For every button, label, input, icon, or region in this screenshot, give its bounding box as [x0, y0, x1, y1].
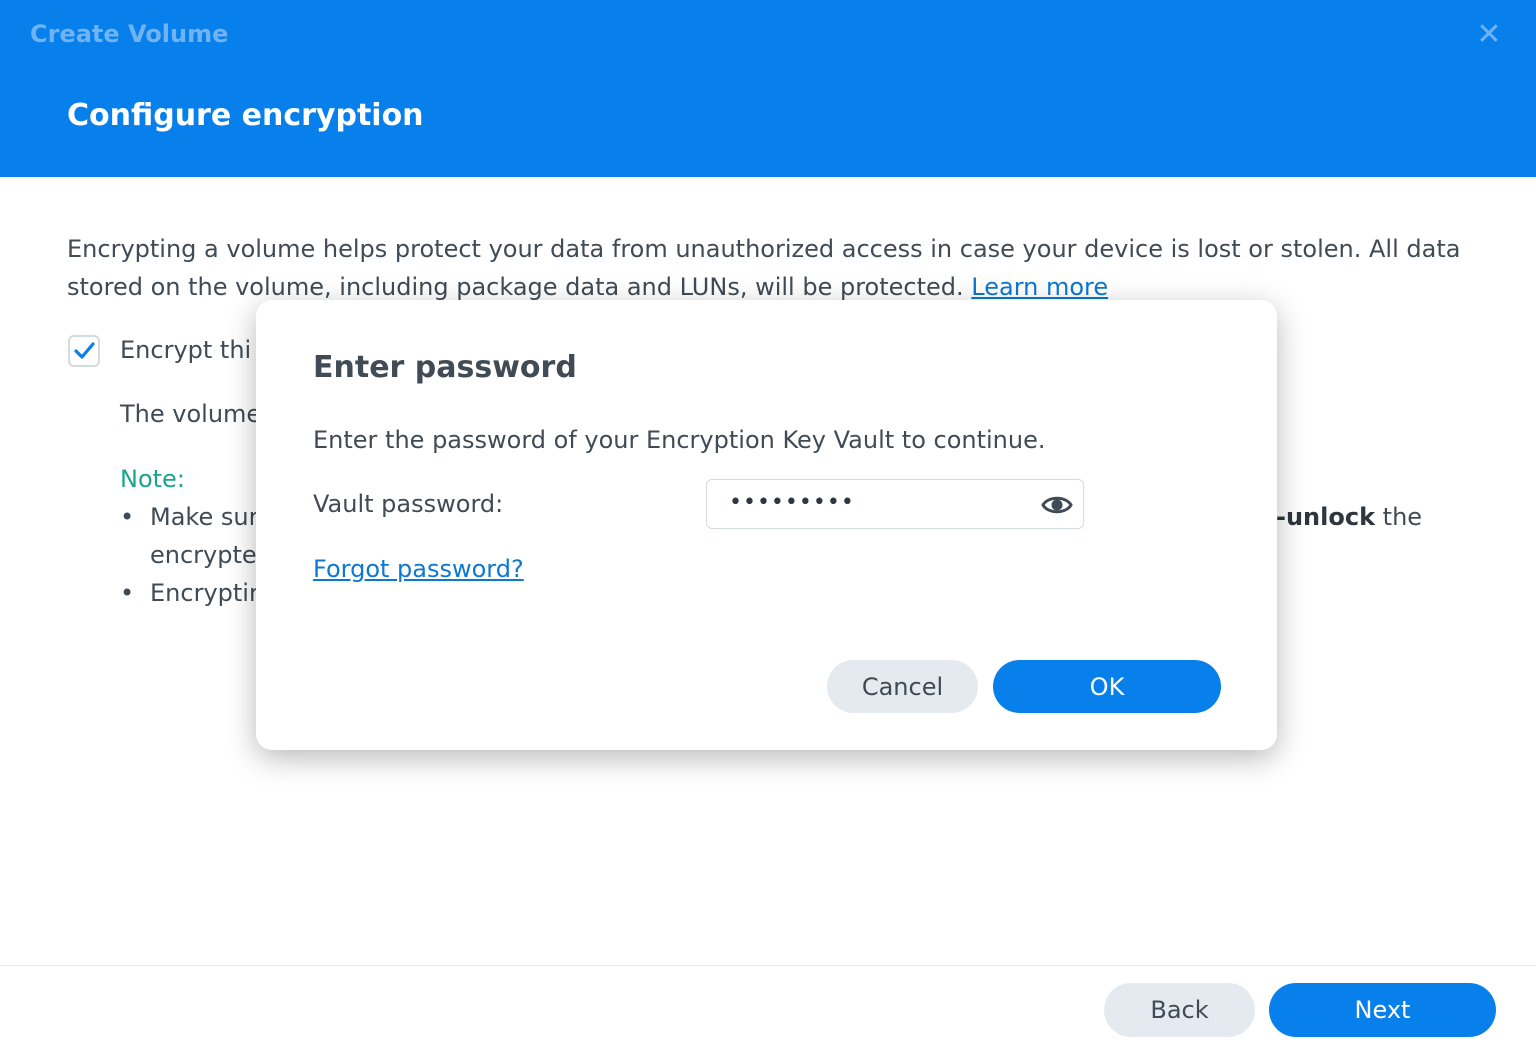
bullet-text: Make sur	[150, 503, 259, 531]
close-icon: ✕	[1476, 17, 1502, 52]
encryption-description: Encrypting a volume helps protect your d…	[67, 230, 1467, 306]
dialog-description: Enter the password of your Encryption Ke…	[313, 426, 1046, 454]
footer-divider	[0, 965, 1536, 966]
cancel-button[interactable]: Cancel	[827, 660, 978, 713]
encrypt-checkbox-label: Encrypt thi	[120, 336, 252, 364]
next-button[interactable]: Next	[1269, 983, 1496, 1037]
password-value: •••••••••	[729, 490, 855, 515]
encrypt-volume-checkbox[interactable]	[68, 335, 100, 367]
close-button[interactable]: ✕	[1472, 18, 1506, 52]
volume-text: The volume	[120, 400, 262, 428]
create-volume-window: Create Volume ✕ Configure encryption Enc…	[0, 0, 1536, 1047]
dialog-title: Enter password	[313, 350, 577, 385]
page-title: Configure encryption	[67, 98, 424, 133]
bullet-text: Encryptir	[150, 579, 259, 607]
vault-password-input[interactable]: •••••••••	[706, 479, 1084, 529]
ok-button[interactable]: OK	[993, 660, 1221, 713]
bullet-marker: •	[120, 503, 135, 531]
note-label: Note:	[120, 465, 185, 493]
bullet-marker: •	[120, 579, 135, 607]
bullet-text: encrypte	[150, 541, 257, 569]
checkmark-icon	[74, 342, 95, 359]
back-button[interactable]: Back	[1104, 983, 1255, 1037]
description-text: Encrypting a volume helps protect your d…	[67, 235, 1461, 301]
learn-more-link[interactable]: Learn more	[971, 273, 1108, 301]
auto-unlock-bold: -unlock	[1276, 503, 1376, 531]
enter-password-dialog: Enter password Enter the password of you…	[256, 300, 1277, 750]
auto-unlock-rest: the	[1375, 503, 1423, 531]
auto-unlock-text: -unlock the	[1276, 503, 1422, 531]
window-title: Create Volume	[30, 20, 229, 48]
eye-icon[interactable]	[1041, 489, 1073, 521]
forgot-password-link[interactable]: Forgot password?	[313, 555, 524, 583]
window-header: Create Volume ✕ Configure encryption	[0, 0, 1536, 177]
vault-password-label: Vault password:	[313, 490, 504, 518]
